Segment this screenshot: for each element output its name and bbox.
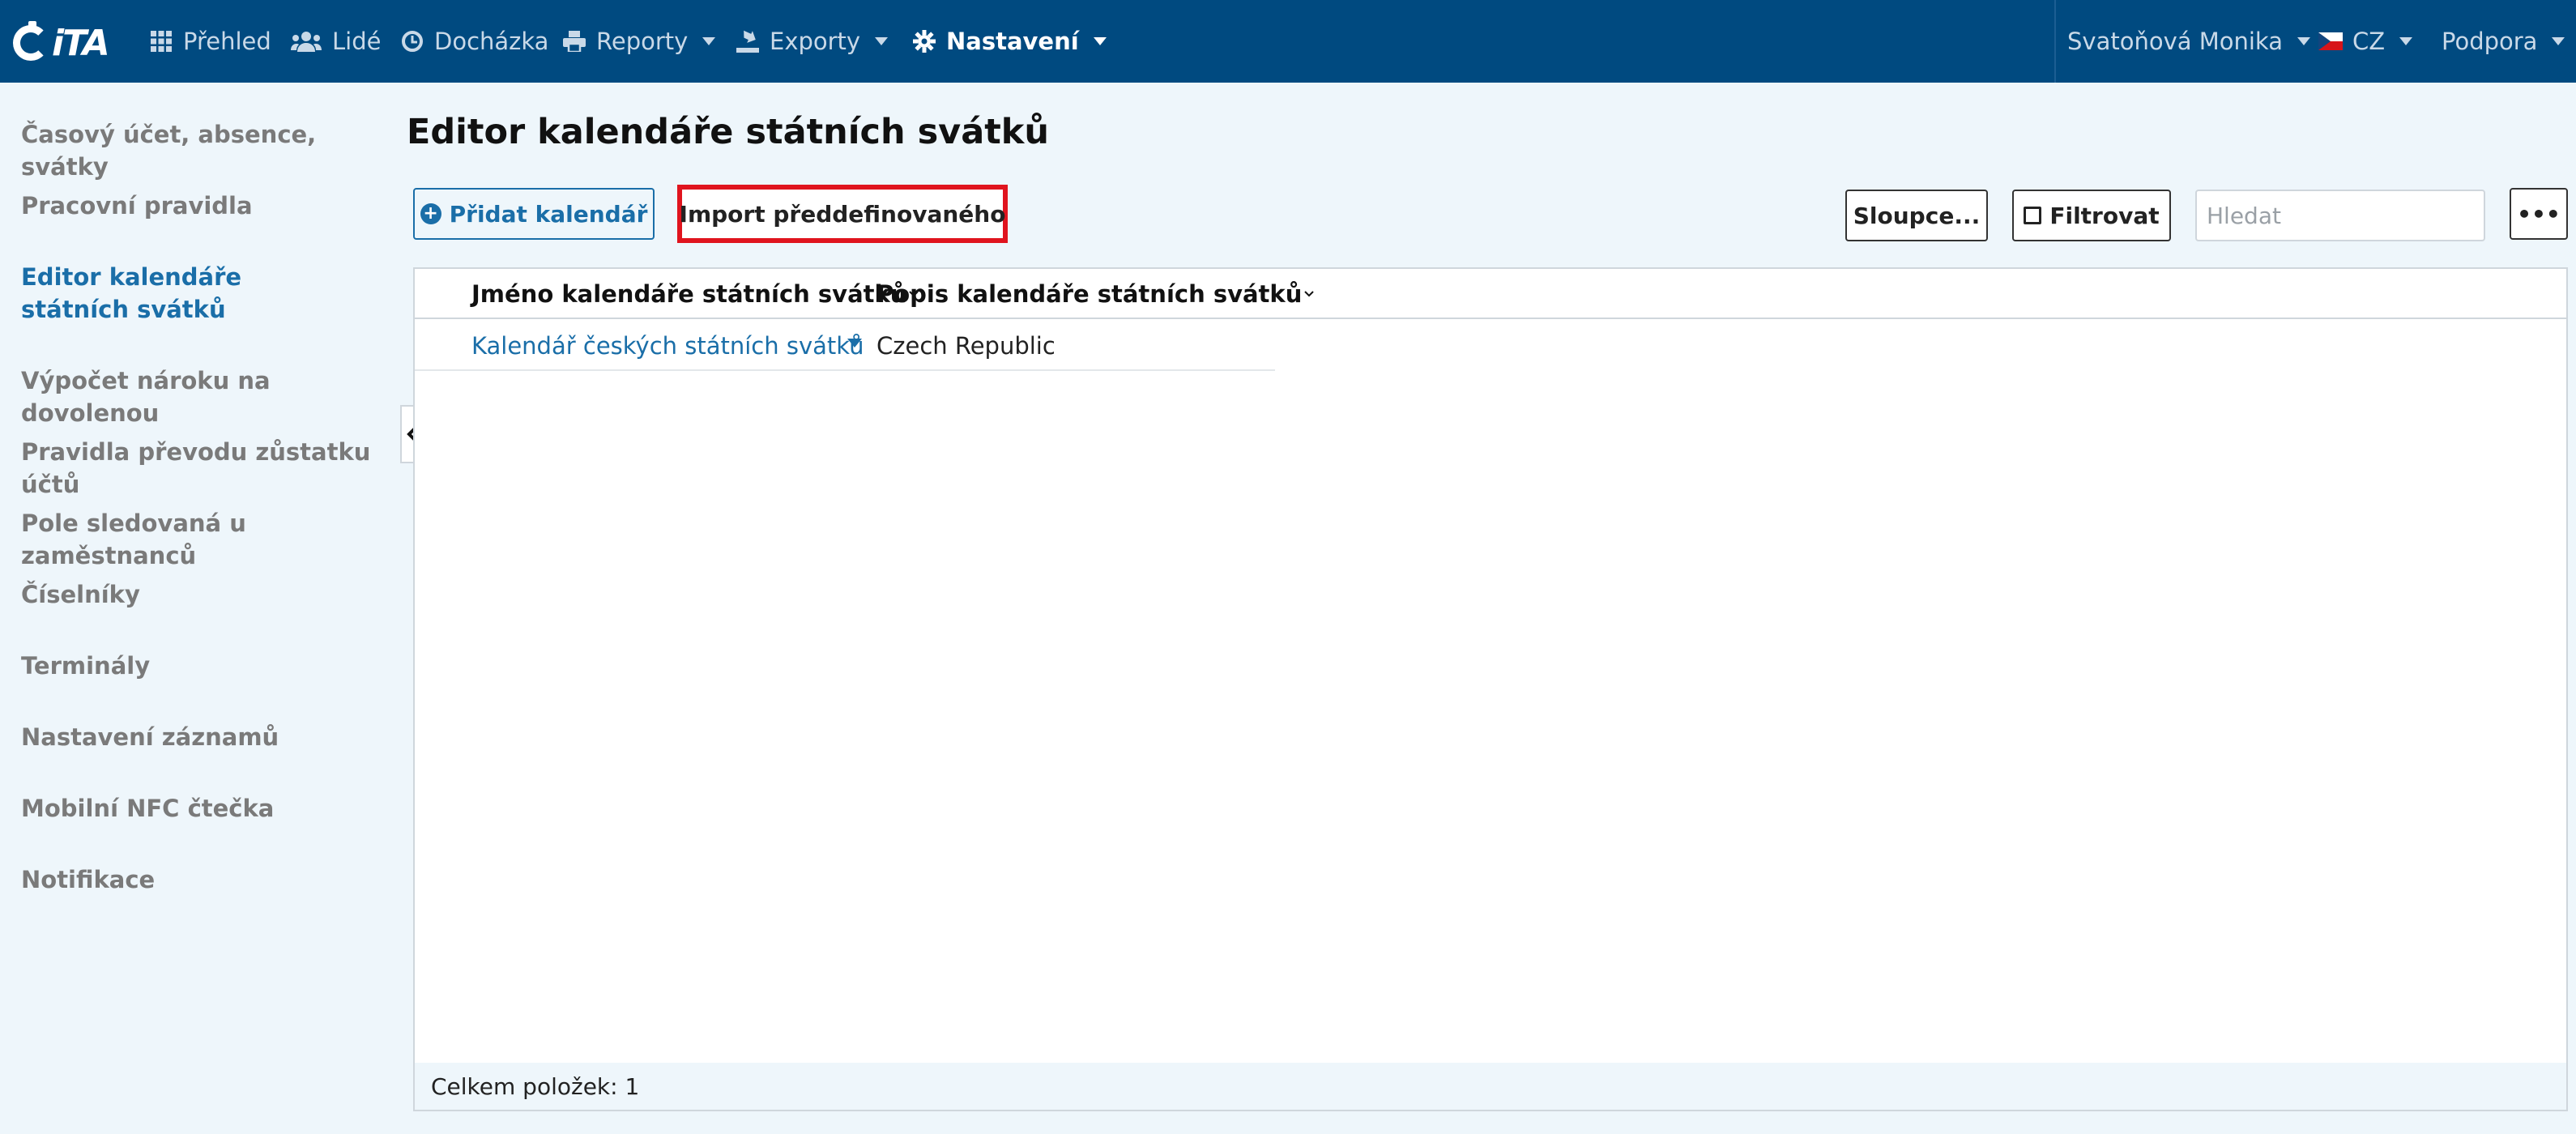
nav-prehled[interactable]: Přehled <box>149 0 271 83</box>
columns-label: Sloupce... <box>1853 202 1981 229</box>
nav-dochazka[interactable]: Docházka <box>400 0 548 83</box>
sidebar-item-pole-sledovana[interactable]: Pole sledovaná u zaměstnanců <box>21 507 386 572</box>
logo-text: iTA <box>52 22 110 64</box>
add-calendar-button[interactable]: + Přidat kalendář <box>413 188 655 240</box>
gear-icon <box>912 29 936 53</box>
nav-label: Přehled <box>183 28 271 55</box>
calendar-description: Czech Republic <box>876 332 1056 360</box>
nav-label: Nastavení <box>946 28 1079 55</box>
nav-label: Docházka <box>434 28 549 55</box>
support-label: Podpora <box>2442 28 2538 55</box>
search-input[interactable] <box>2195 190 2485 241</box>
more-icon: ••• <box>2517 200 2561 228</box>
table-footer: Celkem položek: 1 <box>415 1063 2566 1110</box>
chevron-down-icon <box>702 37 716 45</box>
sidebar-item-pracovni-pravidla[interactable]: Pracovní pravidla <box>21 190 386 222</box>
sidebar-item-nastaveni-zaznamu[interactable]: Nastavení záznamů <box>21 721 386 753</box>
column-header-label: Popis kalendáře státních svátků <box>876 280 1303 308</box>
filter-label: Filtrovat <box>2049 202 2160 229</box>
calendar-name-link[interactable]: Kalendář českých státních svátků <box>471 321 864 371</box>
app-logo[interactable]: iTA <box>13 21 123 65</box>
sidebar-item-vypocet-naroku[interactable]: Výpočet nároku na dovolenou <box>21 364 386 429</box>
user-menu[interactable]: Svatoňová Monika <box>2067 0 2310 83</box>
add-calendar-label: Přidat kalendář <box>449 200 648 228</box>
plus-circle-icon: + <box>420 203 441 224</box>
support-menu[interactable]: Podpora <box>2442 0 2565 83</box>
sidebar-item-mobilni-nfc[interactable]: Mobilní NFC čtečka <box>21 792 386 825</box>
sort-chevron-icon <box>1304 291 1315 297</box>
nav-reporty[interactable]: Reporty <box>562 0 716 83</box>
column-header-description[interactable]: Popis kalendáře státních svátků <box>876 269 1315 319</box>
language-label: CZ <box>2352 28 2386 55</box>
columns-button[interactable]: Sloupce... <box>1845 190 1988 241</box>
nav-label: Reporty <box>596 28 689 55</box>
calendar-table: Jméno kalendáře státních svátků Popis ka… <box>413 267 2568 1111</box>
sidebar-item-editor-kalendare[interactable]: Editor kalendáře státních svátků <box>21 261 345 326</box>
sidebar-item-pravidla-prevodu[interactable]: Pravidla převodu zůstatku účtů <box>21 436 386 501</box>
grid-icon <box>149 29 173 53</box>
user-name: Svatoňová Monika <box>2067 28 2283 55</box>
logo-mark <box>13 21 49 61</box>
row-menu-caret-icon[interactable] <box>847 339 862 347</box>
export-icon <box>736 29 760 53</box>
chevron-down-icon <box>2297 37 2310 45</box>
sidebar-item-notifikace[interactable]: Notifikace <box>21 863 386 896</box>
chevron-down-icon <box>2552 37 2565 45</box>
navbar-divider <box>2054 0 2056 83</box>
column-header-label: Jméno kalendáře státních svátků <box>471 280 907 308</box>
import-predefined-button[interactable]: Import předdefinovaného <box>677 185 1008 243</box>
czech-flag-icon <box>2318 32 2343 50</box>
sidebar-item-ciselniky[interactable]: Číselníky <box>21 578 386 611</box>
users-icon <box>290 29 322 53</box>
table-header: Jméno kalendáře státních svátků Popis ka… <box>415 269 2566 319</box>
column-header-name[interactable]: Jméno kalendáře státních svátků <box>471 269 919 319</box>
page-title: Editor kalendáře státních svátků <box>407 112 1049 152</box>
nav-label: Exporty <box>770 28 861 55</box>
table-row[interactable]: Kalendář českých státních svátků Czech R… <box>415 321 1275 371</box>
language-menu[interactable]: CZ <box>2318 0 2413 83</box>
printer-icon <box>562 29 586 53</box>
chevron-down-icon <box>2399 37 2413 45</box>
chevron-down-icon <box>875 37 889 45</box>
chevron-down-icon <box>1093 37 1107 45</box>
filter-button[interactable]: Filtrovat <box>2012 190 2171 241</box>
import-predefined-label: Import předdefinovaného <box>679 200 1006 228</box>
more-options-button[interactable]: ••• <box>2510 188 2568 240</box>
checkbox-icon <box>2024 207 2042 224</box>
sidebar-item-casovy-ucet[interactable]: Časový účet, absence, svátky <box>21 118 386 183</box>
nav-lide[interactable]: Lidé <box>290 0 381 83</box>
top-navbar: iTA Přehled Lidé Docházka Reporty Export… <box>0 0 2576 83</box>
nav-label: Lidé <box>332 28 382 55</box>
nav-nastaveni[interactable]: Nastavení <box>912 0 1107 83</box>
nav-exporty[interactable]: Exporty <box>736 0 889 83</box>
total-items: Celkem položek: 1 <box>431 1072 640 1100</box>
clock-icon <box>400 29 424 53</box>
sidebar-item-terminaly[interactable]: Terminály <box>21 650 386 682</box>
